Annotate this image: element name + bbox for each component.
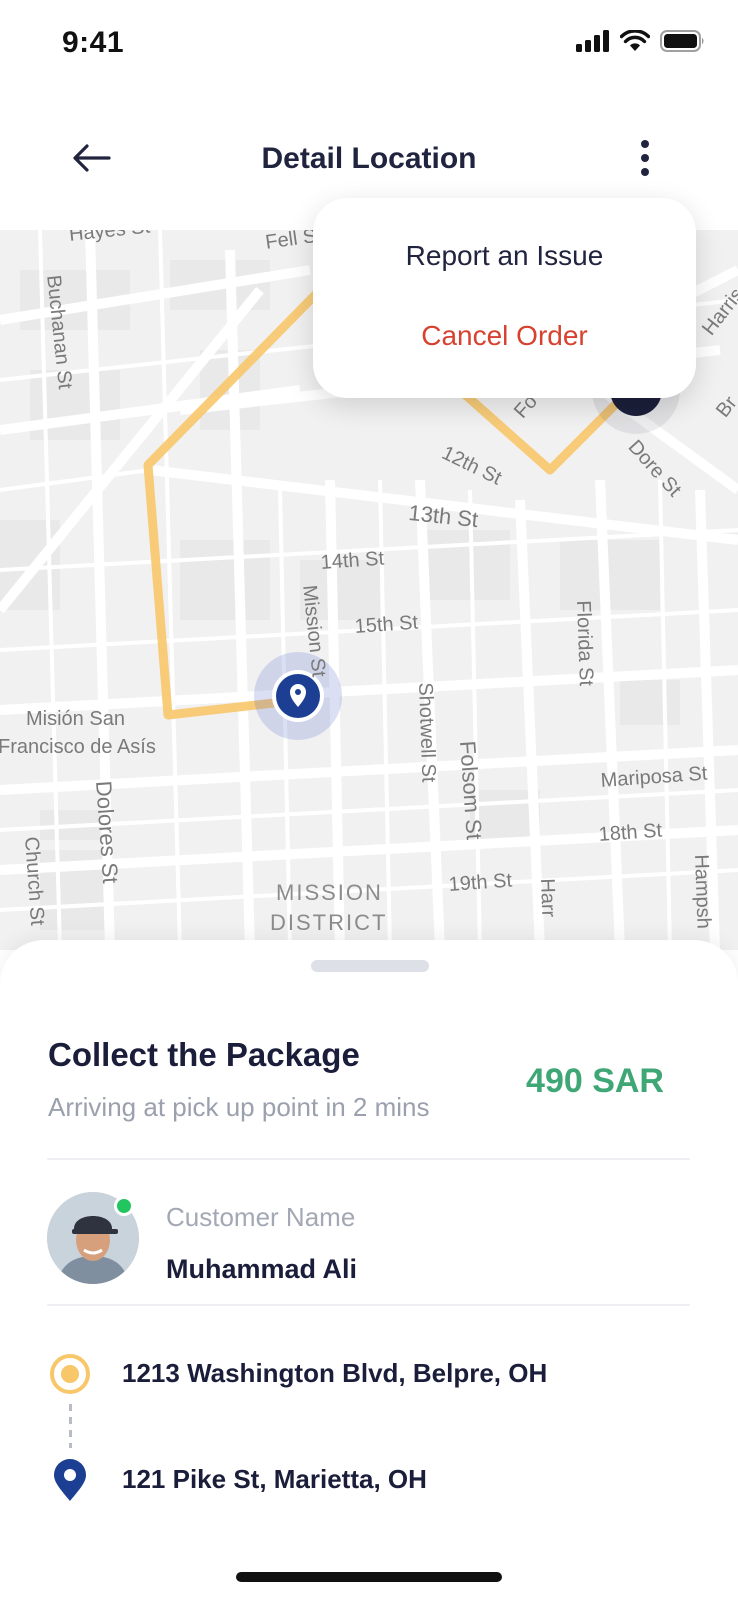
- map-label: 14th St: [320, 547, 385, 574]
- status-time: 9:41: [62, 26, 125, 59]
- more-dot-icon: [641, 140, 649, 148]
- more-dot-icon: [641, 154, 649, 162]
- map-label: 19th St: [448, 869, 513, 896]
- status-bar: 9:41: [0, 0, 738, 92]
- map-label: Francisco de Asís: [0, 736, 156, 758]
- order-bottom-sheet: Collect the Package Arriving at pick up …: [0, 940, 738, 1600]
- map-label: DISTRICT: [270, 910, 388, 935]
- report-issue-menu-item[interactable]: Report an Issue: [313, 240, 696, 272]
- sheet-grabber-handle[interactable]: [311, 960, 429, 972]
- dropoff-pin-icon: [54, 1459, 86, 1501]
- map-label: Shotwell St: [414, 682, 440, 783]
- wifi-icon: [620, 30, 650, 51]
- pickup-address: 1213 Washington Blvd, Belpre, OH: [122, 1358, 548, 1388]
- arrival-eta: Arriving at pick up point in 2 mins: [48, 1092, 430, 1122]
- status-icons: [576, 30, 706, 52]
- more-options-button[interactable]: [630, 136, 660, 180]
- customer-name-label: Customer Name: [166, 1202, 356, 1232]
- more-dot-icon: [641, 168, 649, 176]
- order-title: Collect the Package: [48, 1036, 360, 1073]
- options-menu: Report an Issue Cancel Order: [313, 198, 696, 398]
- signal-icon: [576, 30, 609, 52]
- route-connector-line: [69, 1404, 72, 1448]
- map-label: 15th St: [354, 611, 419, 638]
- online-status-indicator: [114, 1196, 134, 1216]
- map-label: MISSION: [276, 880, 383, 905]
- pickup-point-icon: [50, 1354, 90, 1394]
- home-indicator[interactable]: [236, 1572, 502, 1582]
- dropoff-address: 121 Pike St, Marietta, OH: [122, 1464, 427, 1494]
- cancel-order-menu-item[interactable]: Cancel Order: [313, 320, 696, 352]
- page-title: Detail Location: [261, 142, 477, 175]
- battery-icon: [660, 30, 704, 52]
- divider: [47, 1304, 690, 1306]
- order-price: 490 SAR: [526, 1062, 664, 1100]
- map-label: Hampsh: [690, 854, 715, 930]
- map-label: Misión San: [26, 708, 125, 730]
- customer-name: Muhammad Ali: [166, 1254, 358, 1284]
- divider: [47, 1158, 690, 1160]
- map-label: 18th St: [598, 819, 663, 846]
- map-label: Florida St: [572, 600, 597, 687]
- map-label: Harr: [536, 878, 560, 918]
